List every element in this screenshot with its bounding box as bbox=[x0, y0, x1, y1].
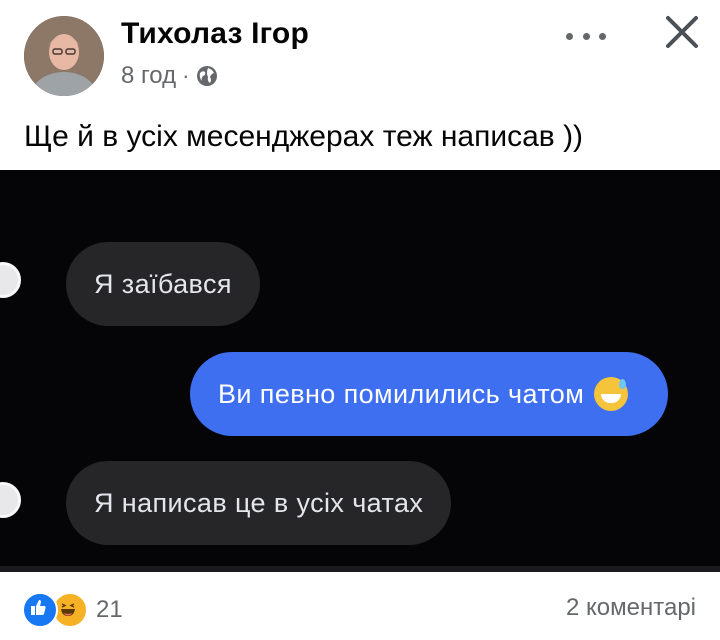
close-icon[interactable] bbox=[660, 10, 704, 54]
grinning-sweat-emoji bbox=[594, 376, 629, 411]
message-bubble-incoming: Я заїбався bbox=[66, 242, 260, 326]
reactions-summary[interactable]: 21 bbox=[22, 592, 123, 628]
globe-icon bbox=[195, 64, 219, 88]
sender-avatar bbox=[0, 262, 21, 298]
sender-avatar bbox=[0, 482, 21, 518]
message-text: Я заїбався bbox=[94, 269, 232, 299]
more-options-icon[interactable] bbox=[566, 28, 606, 44]
like-icon bbox=[22, 592, 58, 628]
meta-separator: · bbox=[182, 63, 190, 88]
post-meta: 8 год · bbox=[121, 62, 219, 90]
message-text: Я написав це в усіх чатах bbox=[94, 488, 424, 518]
reaction-count: 21 bbox=[96, 596, 123, 623]
message-text: Ви певно помилились чатом bbox=[218, 379, 585, 409]
message-bubble-outgoing: Ви певно помилились чатом bbox=[190, 352, 669, 436]
image-edge bbox=[0, 566, 720, 572]
post-header: Тихолаз Ігор 8 год · bbox=[0, 0, 720, 110]
post-time[interactable]: 8 год bbox=[121, 62, 176, 90]
avatar[interactable] bbox=[24, 16, 104, 96]
post-image[interactable]: Я заїбався Ви певно помилились чатом Я н… bbox=[0, 170, 720, 572]
comments-count-link[interactable]: 2 коментарі bbox=[566, 594, 696, 622]
author-name[interactable]: Тихолаз Ігор bbox=[121, 17, 309, 51]
message-bubble-incoming: Я написав це в усіх чатах bbox=[66, 461, 452, 545]
post-footer: 21 2 коментарі bbox=[0, 580, 720, 640]
post-text: Ще й в усіх месенджерах теж написав )) bbox=[24, 120, 584, 153]
